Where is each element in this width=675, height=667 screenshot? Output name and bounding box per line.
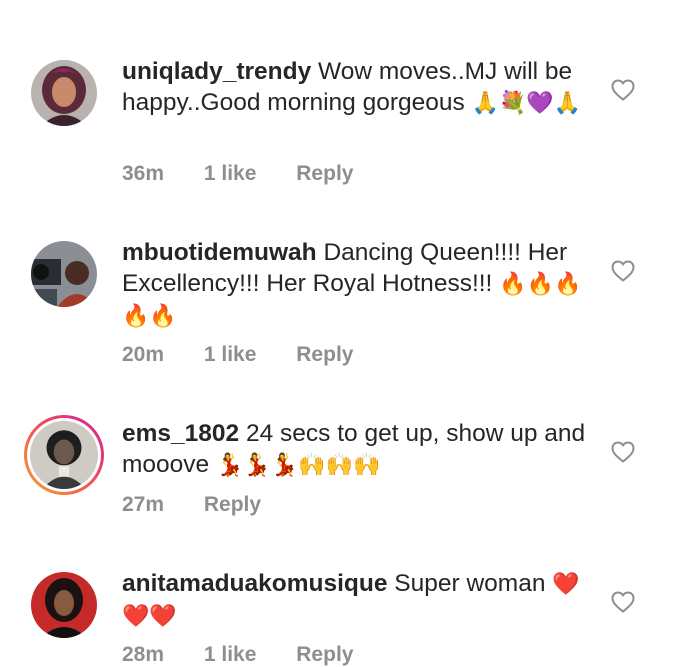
avatar-story-ring[interactable] bbox=[24, 415, 104, 495]
comment-time: 36m bbox=[122, 162, 165, 185]
camera-crew-portrait-icon bbox=[31, 241, 97, 307]
avatar-inner bbox=[27, 418, 101, 492]
like-heart-icon[interactable] bbox=[611, 260, 635, 282]
like-heart-icon[interactable] bbox=[611, 79, 635, 101]
comment-time: 20m bbox=[122, 343, 165, 366]
comment-text: ems_1802 24 secs to get up, show up and … bbox=[122, 418, 602, 481]
comment-emoji: 🙏💐💜🙏 bbox=[471, 91, 582, 116]
reply-button[interactable]: Reply bbox=[296, 162, 353, 185]
comment-likes[interactable]: 1 like bbox=[204, 162, 257, 185]
like-heart-icon[interactable] bbox=[611, 591, 635, 613]
comment-meta: 27m Reply bbox=[122, 493, 295, 517]
comment-text: uniqlady_trendy Wow moves..MJ will be ha… bbox=[122, 56, 602, 119]
comment-emoji: 💃💃💃🙌🙌🙌 bbox=[215, 453, 381, 478]
comment-text: anitamaduakomusique Super woman ❤️❤️❤️ bbox=[122, 568, 602, 632]
reply-button[interactable]: Reply bbox=[296, 343, 353, 366]
avatar[interactable] bbox=[31, 572, 97, 638]
comment-time: 27m bbox=[122, 493, 165, 516]
avatar bbox=[30, 421, 98, 489]
comment-body: Super woman bbox=[394, 570, 546, 597]
avatar[interactable] bbox=[31, 60, 97, 126]
comment-meta: 36m 1 like Reply bbox=[122, 162, 387, 186]
like-heart-icon[interactable] bbox=[611, 441, 635, 463]
comment-meta: 20m 1 like Reply bbox=[122, 343, 387, 367]
reply-button[interactable]: Reply bbox=[296, 643, 353, 666]
avatar[interactable] bbox=[31, 241, 97, 307]
comment-time: 28m bbox=[122, 643, 165, 666]
comment-meta: 28m 1 like Reply bbox=[122, 643, 387, 667]
comment-likes[interactable]: 1 like bbox=[204, 343, 257, 366]
comment-likes[interactable]: 1 like bbox=[204, 643, 257, 666]
singer-portrait-icon bbox=[31, 572, 97, 638]
reply-button[interactable]: Reply bbox=[204, 493, 261, 516]
woman-portrait-icon bbox=[31, 60, 97, 126]
comment-username[interactable]: mbuotidemuwah bbox=[122, 239, 317, 266]
vintage-portrait-icon bbox=[30, 421, 98, 489]
comment-text: mbuotidemuwah Dancing Queen!!!! Her Exce… bbox=[122, 237, 602, 332]
comment-username[interactable]: anitamaduakomusique bbox=[122, 570, 387, 597]
comment-username[interactable]: uniqlady_trendy bbox=[122, 58, 311, 85]
comment-username[interactable]: ems_1802 bbox=[122, 420, 239, 447]
